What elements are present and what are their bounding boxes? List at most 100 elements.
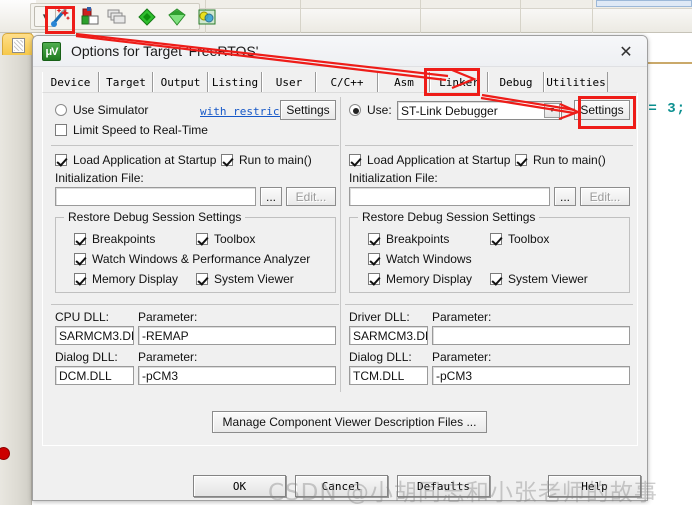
rebuild-icon[interactable] — [135, 5, 159, 28]
project-file-tab[interactable] — [2, 33, 34, 55]
translate-file-icon[interactable] — [165, 5, 189, 28]
memory-display-label-right: Memory Display — [386, 272, 473, 286]
tab-utilities[interactable]: Utilities — [544, 72, 608, 92]
breakpoints-checkbox-left[interactable] — [74, 233, 86, 245]
breakpoints-label-right: Breakpoints — [386, 232, 450, 246]
init-file-browse-button-right[interactable]: ... — [554, 187, 576, 206]
system-viewer-checkbox-right[interactable] — [490, 273, 502, 285]
watch-windows-checkbox-left[interactable] — [74, 253, 86, 265]
breakpoint-marker-icon[interactable] — [0, 447, 10, 460]
toolbox-checkbox-right[interactable] — [490, 233, 502, 245]
left-divider — [51, 145, 339, 146]
column-divider — [340, 97, 341, 392]
code-fragment: = 3; — [648, 101, 686, 117]
tab-debug[interactable]: Debug — [488, 72, 544, 92]
chevron-down-icon[interactable]: ▼ — [544, 103, 560, 118]
simulator-settings-button[interactable]: Settings — [280, 100, 336, 120]
left-divider-2 — [51, 304, 339, 305]
toolbox-row-left[interactable]: Toolbox — [196, 232, 255, 246]
target-options-icon[interactable] — [48, 5, 72, 28]
tab-asm[interactable]: Asm — [378, 72, 430, 92]
load-app-label-left: Load Application at Startup — [73, 153, 217, 167]
memory-display-checkbox-left[interactable] — [74, 273, 86, 285]
build-target-icon[interactable] — [78, 5, 102, 28]
system-viewer-row-right[interactable]: System Viewer — [490, 272, 588, 286]
right-divider — [345, 145, 633, 146]
tab-output[interactable]: Output — [153, 72, 208, 92]
load-app-checkbox-right[interactable] — [349, 154, 361, 166]
use-debugger-radio[interactable] — [349, 104, 361, 116]
system-viewer-label-right: System Viewer — [508, 272, 588, 286]
restore-session-group-right: Restore Debug Session Settings Breakpoin… — [349, 210, 630, 293]
manage-component-viewer-button[interactable]: Manage Component Viewer Description File… — [212, 411, 487, 433]
watch-windows-label-right: Watch Windows — [386, 252, 472, 266]
restore-session-title-right: Restore Debug Session Settings — [358, 210, 540, 224]
toolbox-row-right[interactable]: Toolbox — [490, 232, 549, 246]
tab-device[interactable]: Device — [42, 72, 99, 92]
run-to-main-checkbox-left[interactable] — [221, 154, 233, 166]
breakpoints-row-right[interactable]: Breakpoints — [368, 232, 449, 246]
dialog-dll-label-right: Dialog DLL: — [349, 350, 412, 364]
system-viewer-row-left[interactable]: System Viewer — [196, 272, 294, 286]
tab-linker[interactable]: Linker — [430, 72, 488, 92]
init-file-label-left: Initialization File: — [55, 171, 144, 185]
load-app-checkbox-left[interactable] — [55, 154, 67, 166]
run-to-main-row-right[interactable]: Run to main() — [515, 153, 606, 167]
dialog-title-bar: μV Options for Target 'FreeRTOS' ✕ — [33, 36, 647, 67]
init-file-browse-button-left[interactable]: ... — [260, 187, 282, 206]
toolbox-checkbox-left[interactable] — [196, 233, 208, 245]
run-to-main-checkbox-right[interactable] — [515, 154, 527, 166]
load-app-row-left[interactable]: Load Application at Startup — [55, 153, 216, 167]
breakpoints-row-left[interactable]: Breakpoints — [74, 232, 155, 246]
cpu-dll-input[interactable]: SARMCM3.DLL — [55, 326, 134, 345]
driver-param-input[interactable] — [432, 326, 630, 345]
cpu-param-label: Parameter: — [138, 310, 198, 324]
manage-components-icon[interactable] — [195, 5, 219, 28]
tab-c-cpp[interactable]: C/C++ — [316, 72, 378, 92]
tab-user[interactable]: User — [262, 72, 316, 92]
tab-listing[interactable]: Listing — [208, 72, 262, 92]
run-to-main-label-left: Run to main() — [239, 153, 312, 167]
batch-build-icon[interactable] — [105, 5, 129, 28]
init-file-edit-button-left: Edit... — [286, 187, 336, 206]
memory-display-row-right[interactable]: Memory Display — [368, 272, 472, 286]
project-panel — [0, 33, 32, 505]
watch-windows-checkbox-right[interactable] — [368, 253, 380, 265]
dialog-param-input-left[interactable]: -pCM3 — [138, 366, 336, 385]
driver-dll-label: Driver DLL: — [349, 310, 410, 324]
debugger-select[interactable]: ST-Link Debugger ▼ — [397, 101, 562, 120]
breakpoints-checkbox-right[interactable] — [368, 233, 380, 245]
watch-windows-row-right[interactable]: Watch Windows — [368, 252, 472, 266]
watch-windows-label-left: Watch Windows & Performance Analyzer — [92, 252, 311, 266]
system-viewer-checkbox-left[interactable] — [196, 273, 208, 285]
cpu-param-input[interactable]: -REMAP — [138, 326, 336, 345]
watch-windows-row-left[interactable]: Watch Windows & Performance Analyzer — [74, 252, 310, 266]
memory-display-checkbox-right[interactable] — [368, 273, 380, 285]
driver-dll-input[interactable]: SARMCM3.DLL — [349, 326, 428, 345]
system-viewer-label-left: System Viewer — [214, 272, 294, 286]
debug-tab-page: Use Simulator with restrictions Settings… — [42, 92, 638, 446]
dialog-dll-input-left[interactable]: DCM.DLL — [55, 366, 134, 385]
use-debugger-label: Use: — [367, 103, 392, 117]
toolbar-combo-field[interactable] — [596, 0, 692, 7]
init-file-input-right[interactable] — [349, 187, 550, 206]
memory-display-row-left[interactable]: Memory Display — [74, 272, 178, 286]
limit-speed-row[interactable]: Limit Speed to Real-Time — [55, 123, 208, 137]
load-app-label-right: Load Application at Startup — [367, 153, 511, 167]
load-app-row-right[interactable]: Load Application at Startup — [349, 153, 510, 167]
limit-speed-checkbox[interactable] — [55, 124, 67, 136]
use-debugger-radio-row[interactable]: Use: — [349, 103, 392, 117]
use-simulator-radio[interactable] — [55, 104, 67, 116]
init-file-input-left[interactable] — [55, 187, 256, 206]
use-simulator-radio-row[interactable]: Use Simulator — [55, 103, 148, 117]
restore-session-title-left: Restore Debug Session Settings — [64, 210, 246, 224]
tab-target[interactable]: Target — [99, 72, 153, 92]
dialog-param-input-right[interactable]: -pCM3 — [432, 366, 630, 385]
restore-session-group-left: Restore Debug Session Settings Breakpoin… — [55, 210, 336, 293]
debugger-settings-button[interactable]: Settings — [574, 100, 630, 120]
run-to-main-label-right: Run to main() — [533, 153, 606, 167]
run-to-main-row-left[interactable]: Run to main() — [221, 153, 312, 167]
toolbox-label-left: Toolbox — [214, 232, 256, 246]
dialog-dll-input-right[interactable]: TCM.DLL — [349, 366, 428, 385]
close-icon[interactable]: ✕ — [615, 42, 637, 62]
